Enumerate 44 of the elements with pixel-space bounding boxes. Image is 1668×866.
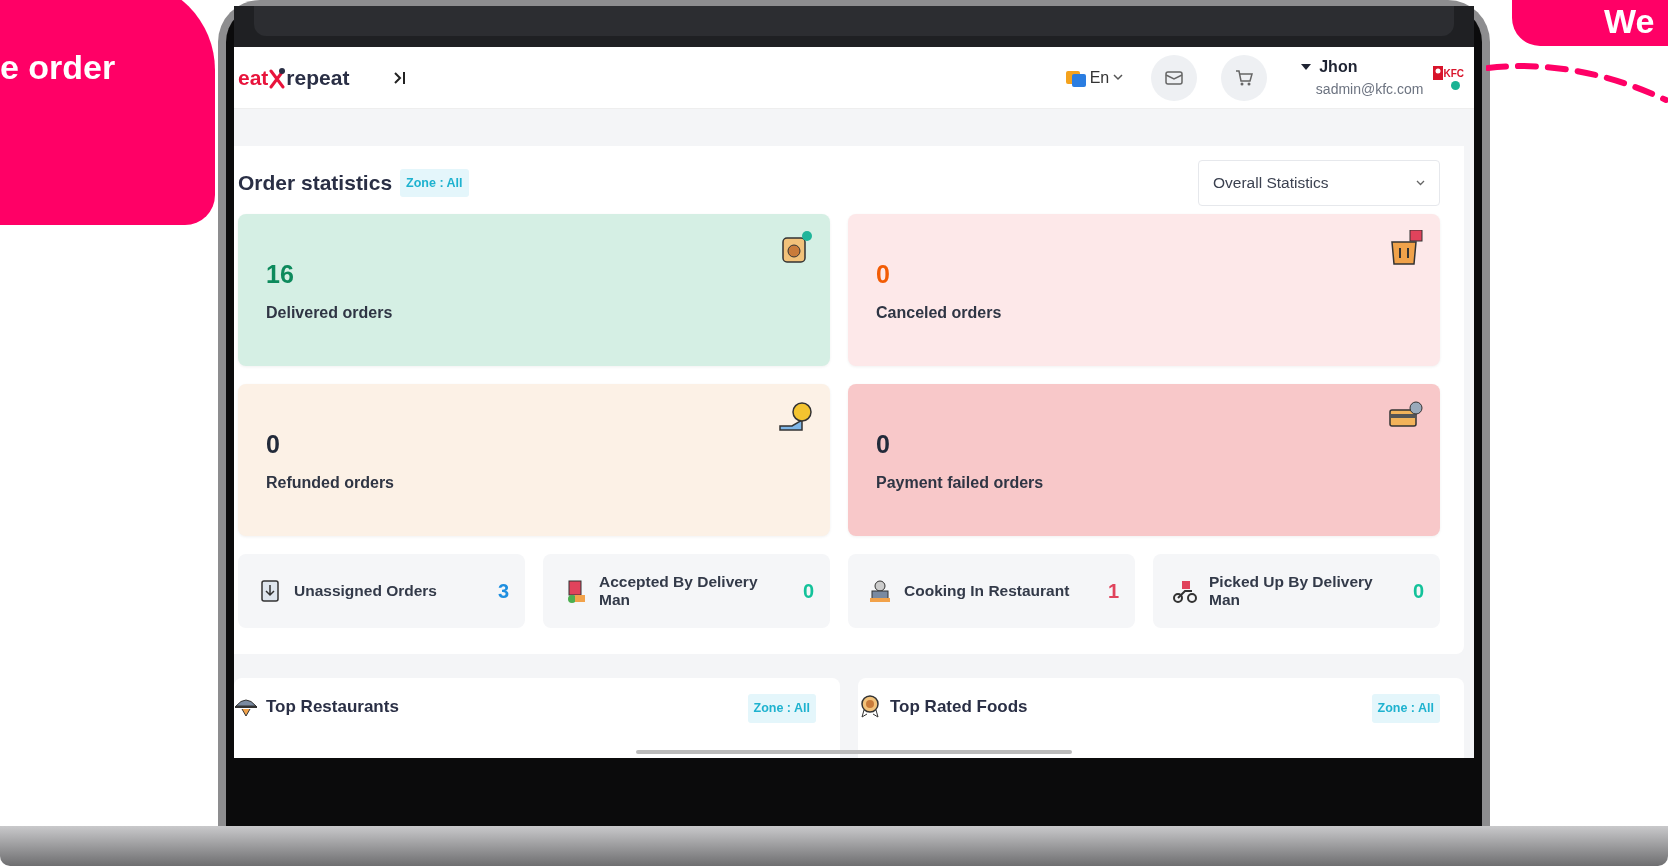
section-title: Top Rated Foods xyxy=(890,696,1029,718)
zone-badge: Zone : All xyxy=(747,694,816,723)
mail-icon xyxy=(1165,69,1184,86)
speech-bubble: e order xyxy=(0,0,215,225)
status-label: Cooking In Restaurant xyxy=(904,582,1071,600)
logo-text: repeat xyxy=(286,65,350,91)
section-icon xyxy=(858,694,882,718)
chevron-icon xyxy=(1416,180,1425,186)
language-selector[interactable]: En xyxy=(1065,65,1124,90)
section-title: Order statistics xyxy=(238,170,393,197)
status-count: 1 xyxy=(1107,579,1119,604)
cart-icon xyxy=(1235,69,1254,87)
user-name[interactable]: Jhon xyxy=(1319,55,1358,80)
user-email: sadmin@kfc.com xyxy=(1315,80,1424,100)
status-icon xyxy=(868,579,892,603)
caret-icon xyxy=(1301,64,1312,71)
stat-label: Refunded orders xyxy=(266,473,395,493)
status-count: 3 xyxy=(497,579,509,604)
order-icon xyxy=(1388,230,1424,266)
status-count: 0 xyxy=(802,579,814,604)
stat-count: 0 xyxy=(876,262,891,287)
avatar-text: KFC xyxy=(1443,66,1464,81)
logo-text: eat xyxy=(238,65,269,91)
status-icon xyxy=(258,579,282,603)
speech-bubble: We xyxy=(1512,0,1668,46)
stat-label: Delivered orders xyxy=(266,303,394,323)
statistics-dropdown[interactable]: Overall Statistics xyxy=(1198,160,1440,206)
stat-label: Canceled orders xyxy=(876,303,1003,323)
zone-badge: Zone : All xyxy=(400,168,469,198)
logo-icon xyxy=(268,66,287,89)
avatar-icon xyxy=(1433,66,1444,81)
status-label: Picked Up By Delivery Man xyxy=(1209,573,1374,609)
stat-count: 0 xyxy=(266,432,281,457)
caret-icon xyxy=(1113,74,1124,82)
status-label: Unassigned Orders xyxy=(294,582,438,600)
stat-count: 16 xyxy=(266,262,295,287)
status-icon xyxy=(1173,579,1197,603)
zone-badge: Zone : All xyxy=(1371,694,1440,723)
section-title: Top Restaurants xyxy=(266,696,400,718)
stat-label: Payment failed orders xyxy=(876,473,1045,493)
status-count: 0 xyxy=(1412,579,1424,604)
status-label: Accepted By Delivery Man xyxy=(599,573,759,609)
stat-count: 0 xyxy=(876,432,891,457)
translate-icon xyxy=(1065,68,1086,87)
